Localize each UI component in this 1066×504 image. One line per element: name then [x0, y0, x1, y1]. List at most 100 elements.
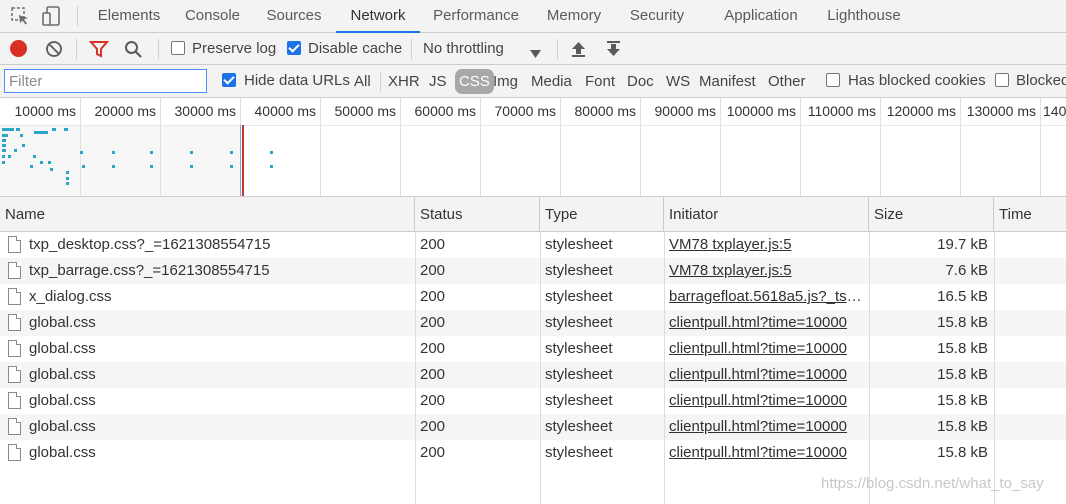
hide-data-urls-checkbox[interactable]: [222, 73, 236, 87]
initiator-link[interactable]: clientpull.html?time=10000: [669, 366, 847, 383]
initiator-link[interactable]: clientpull.html?time=10000: [669, 314, 847, 331]
blocked-requests-checkbox[interactable]: [995, 73, 1009, 87]
cell-name[interactable]: global.css: [0, 388, 415, 414]
tab-network[interactable]: Network: [336, 0, 420, 33]
filter-type-font[interactable]: Font: [584, 69, 616, 94]
filter-icon[interactable]: [88, 40, 110, 61]
cell-initiator[interactable]: VM78 txplayer.js:5: [664, 232, 869, 258]
cell-name[interactable]: global.css: [0, 336, 415, 362]
initiator-link[interactable]: clientpull.html?time=10000: [669, 340, 847, 357]
filter-type-js[interactable]: JS: [428, 69, 448, 94]
hide-data-urls-label[interactable]: Hide data URLs: [244, 72, 350, 89]
table-row[interactable]: global.css 200 stylesheet clientpull.html?t…: [0, 414, 1066, 440]
filter-type-manifest[interactable]: Manifest: [698, 69, 757, 94]
request-name[interactable]: global.css: [29, 314, 96, 331]
cell-initiator[interactable]: clientpull.html?time=10000: [664, 336, 869, 362]
throttling-select[interactable]: No throttling: [423, 40, 504, 57]
filter-type-media[interactable]: Media: [530, 69, 573, 94]
has-blocked-cookies-label[interactable]: Has blocked cookies: [848, 72, 986, 89]
cell-name[interactable]: x_dialog.css: [0, 284, 415, 310]
tab-security[interactable]: Security: [617, 0, 697, 33]
initiator-link[interactable]: clientpull.html?time=10000: [669, 418, 847, 435]
blocked-requests-label[interactable]: Blocked: [1016, 72, 1066, 89]
filter-input[interactable]: [4, 69, 207, 93]
request-name[interactable]: txp_desktop.css?_=1621308554715: [29, 236, 270, 253]
request-name[interactable]: global.css: [29, 340, 96, 357]
filter-type-doc[interactable]: Doc: [626, 69, 655, 94]
cell-name[interactable]: txp_desktop.css?_=1621308554715: [0, 232, 415, 258]
export-har-icon[interactable]: [606, 41, 621, 60]
table-row[interactable]: global.css 200 stylesheet clientpull.html?t…: [0, 388, 1066, 414]
filter-type-all[interactable]: All: [353, 69, 372, 94]
initiator-link[interactable]: barragefloat.5618a5.js?_ts=…: [669, 288, 869, 305]
tab-sources[interactable]: Sources: [255, 0, 333, 33]
cell-initiator[interactable]: VM78 txplayer.js:5: [664, 258, 869, 284]
cell-name[interactable]: global.css: [0, 310, 415, 336]
search-icon[interactable]: [124, 40, 143, 62]
table-row[interactable]: global.css 200 stylesheet clientpull.html?t…: [0, 440, 1066, 466]
filter-type-other[interactable]: Other: [767, 69, 807, 94]
cell-initiator[interactable]: clientpull.html?time=10000: [664, 310, 869, 336]
cell-name[interactable]: global.css: [0, 440, 415, 466]
tab-memory[interactable]: Memory: [533, 0, 615, 33]
column-header-initiator[interactable]: Initiator: [664, 197, 869, 232]
tab-console[interactable]: Console: [173, 0, 252, 33]
overview-grid-line: [560, 98, 561, 196]
initiator-link[interactable]: clientpull.html?time=10000: [669, 444, 847, 461]
filter-type-css[interactable]: CSS: [455, 69, 494, 94]
record-icon[interactable]: [10, 40, 27, 57]
dropdown-arrow-icon[interactable]: [530, 45, 541, 61]
disable-cache-checkbox[interactable]: [287, 41, 301, 55]
column-header-time[interactable]: Time: [994, 197, 1066, 232]
cell-initiator[interactable]: clientpull.html?time=10000: [664, 362, 869, 388]
column-header-status[interactable]: Status: [415, 197, 540, 232]
request-name[interactable]: global.css: [29, 418, 96, 435]
cell-name[interactable]: txp_barrage.css?_=1621308554715: [0, 258, 415, 284]
clear-icon[interactable]: [45, 40, 63, 61]
cell-name[interactable]: global.css: [0, 362, 415, 388]
table-row[interactable]: txp_desktop.css?_=1621308554715 200 styles…: [0, 232, 1066, 258]
tab-elements[interactable]: Elements: [87, 0, 171, 33]
cell-name[interactable]: global.css: [0, 414, 415, 440]
inspect-element-icon[interactable]: [9, 5, 31, 27]
filter-type-ws[interactable]: WS: [665, 69, 691, 94]
disable-cache-label[interactable]: Disable cache: [308, 40, 402, 57]
table-row[interactable]: txp_barrage.css?_=1621308554715 200 styles…: [0, 258, 1066, 284]
request-name[interactable]: txp_barrage.css?_=1621308554715: [29, 262, 270, 279]
table-row[interactable]: global.css 200 stylesheet clientpull.html?t…: [0, 310, 1066, 336]
table-row[interactable]: global.css 200 stylesheet clientpull.html?t…: [0, 362, 1066, 388]
tab-performance[interactable]: Performance: [421, 0, 531, 33]
device-toolbar-icon[interactable]: [41, 5, 63, 27]
overview-request-bar: [112, 165, 115, 168]
filter-type-xhr[interactable]: XHR: [387, 69, 421, 94]
request-name[interactable]: global.css: [29, 366, 96, 383]
table-row[interactable]: global.css 200 stylesheet clientpull.html?t…: [0, 336, 1066, 362]
toolbar-separator: [158, 39, 159, 59]
table-row[interactable]: x_dialog.css 200 stylesheet barragefloat.56…: [0, 284, 1066, 310]
cell-initiator[interactable]: barragefloat.5618a5.js?_ts=…: [664, 284, 869, 310]
initiator-link[interactable]: VM78 txplayer.js:5: [669, 262, 792, 279]
column-header-name[interactable]: Name: [0, 197, 415, 232]
tab-lighthouse[interactable]: Lighthouse: [814, 0, 914, 33]
request-name[interactable]: global.css: [29, 444, 96, 461]
preserve-log-label[interactable]: Preserve log: [192, 40, 276, 57]
preserve-log-checkbox[interactable]: [171, 41, 185, 55]
network-overview-timeline[interactable]: 10000 ms 20000 ms 30000 ms 40000 ms 50000 ms…: [0, 98, 1066, 197]
cell-initiator[interactable]: clientpull.html?time=10000: [664, 388, 869, 414]
has-blocked-cookies-checkbox[interactable]: [826, 73, 840, 87]
overview-selection-window[interactable]: [0, 125, 243, 196]
request-name[interactable]: x_dialog.css: [29, 288, 112, 305]
column-header-size[interactable]: Size: [869, 197, 994, 232]
initiator-link[interactable]: clientpull.html?time=10000: [669, 392, 847, 409]
initiator-link[interactable]: VM78 txplayer.js:5: [669, 236, 792, 253]
request-name[interactable]: global.css: [29, 392, 96, 409]
filter-type-img[interactable]: Img: [492, 69, 519, 94]
column-header-type[interactable]: Type: [540, 197, 664, 232]
cell-initiator[interactable]: clientpull.html?time=10000: [664, 414, 869, 440]
overview-request-bar: [2, 149, 6, 152]
import-har-icon[interactable]: [571, 41, 586, 60]
tab-application[interactable]: Application: [710, 0, 812, 33]
file-icon: [8, 314, 21, 331]
cell-initiator[interactable]: clientpull.html?time=10000: [664, 440, 869, 466]
overview-request-bar: [48, 161, 51, 164]
